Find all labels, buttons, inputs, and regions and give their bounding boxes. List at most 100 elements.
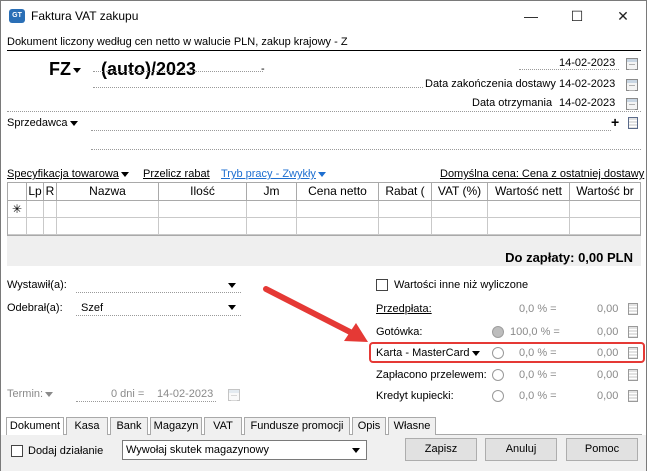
delivery-date-field[interactable]: 14-02-2023 — [559, 78, 615, 90]
grid-cell[interactable] — [57, 218, 159, 235]
seller-field[interactable] — [91, 130, 611, 131]
card-pct[interactable]: 0,0 % = — [519, 347, 557, 359]
calendar-icon[interactable] — [626, 58, 638, 70]
grid-cell[interactable] — [570, 201, 640, 218]
grid-cell[interactable] — [432, 218, 488, 235]
transfer-pct[interactable]: 0,0 % = — [519, 369, 557, 381]
grid-cell[interactable] — [159, 218, 247, 235]
app-icon: GT — [9, 9, 25, 23]
tab-opis[interactable]: Opis — [352, 417, 386, 435]
grid-cell[interactable] — [297, 218, 379, 235]
prepayment-pct[interactable]: 0,0 % = — [519, 303, 557, 315]
calculator-icon[interactable] — [628, 326, 638, 338]
grid-cell[interactable] — [247, 201, 297, 218]
term-days[interactable]: 0 dni = — [111, 388, 144, 400]
work-mode-menu[interactable]: Tryb pracy - Zwykły — [221, 168, 326, 180]
grid-cell[interactable] — [44, 218, 57, 235]
grid-cell[interactable] — [27, 218, 44, 235]
issued-by-combo[interactable] — [76, 292, 241, 293]
credit-amount[interactable]: 0,00 — [597, 390, 618, 402]
calculator-icon[interactable] — [628, 369, 638, 381]
action-select[interactable]: Wywołaj skutek magazynowy — [122, 440, 367, 460]
chevron-down-icon[interactable] — [228, 283, 236, 288]
document-mode-info[interactable]: Dokument liczony według cen netto w walu… — [7, 36, 641, 51]
card-radio[interactable] — [492, 347, 504, 359]
number-suffix-field[interactable] — [93, 87, 423, 88]
col-header-gross-value[interactable]: Wartość br — [570, 183, 640, 201]
default-price-link[interactable]: Domyślna cena: Cena z ostatniej dostawy — [440, 168, 644, 180]
tab-dokument[interactable]: Dokument — [6, 417, 64, 436]
term-date[interactable]: 14-02-2023 — [157, 388, 213, 400]
prepayment-label[interactable]: Przedpłata: — [376, 303, 432, 315]
save-button[interactable]: Zapisz — [405, 438, 477, 461]
grid-cell[interactable] — [432, 201, 488, 218]
received-date-field[interactable]: 14-02-2023 — [559, 97, 615, 109]
grid-cell[interactable] — [44, 201, 57, 218]
col-header-discount[interactable]: Rabat ( — [379, 183, 432, 201]
minimize-button[interactable]: — — [508, 1, 554, 32]
chevron-down-icon[interactable] — [228, 305, 236, 310]
spec-menu[interactable]: Specyfikacja towarowa — [7, 168, 129, 180]
number-prefix-field[interactable] — [93, 71, 263, 72]
cancel-button[interactable]: Anuluj — [485, 438, 557, 461]
col-header-name[interactable]: Nazwa — [57, 183, 159, 201]
grid-cell[interactable] — [159, 201, 247, 218]
cash-amount[interactable]: 0,00 — [597, 326, 618, 338]
calendar-icon[interactable] — [228, 389, 240, 401]
calculator-icon[interactable] — [628, 390, 638, 402]
tab-fundusze-promocji[interactable]: Fundusze promocji — [244, 417, 350, 435]
close-button[interactable]: ✕ — [600, 1, 646, 32]
transfer-amount[interactable]: 0,00 — [597, 369, 618, 381]
card-amount[interactable]: 0,00 — [597, 347, 618, 359]
chevron-down-icon — [45, 391, 54, 397]
grid-cell[interactable] — [488, 218, 570, 235]
grid-cell[interactable] — [297, 201, 379, 218]
col-header-vat[interactable]: VAT (%) — [432, 183, 488, 201]
col-header-r[interactable]: R — [44, 183, 57, 201]
title-bar: GT Faktura VAT zakupu — ☐ ✕ — [1, 1, 646, 32]
doc-type-selector[interactable]: FZ — [49, 59, 81, 80]
grid-cell[interactable] — [57, 201, 159, 218]
calculator-icon[interactable] — [628, 347, 638, 359]
help-button[interactable]: Pomoc — [566, 438, 638, 461]
tab-magazyn[interactable]: Magazyn — [150, 417, 202, 435]
col-header-lp[interactable]: Lp — [27, 183, 44, 201]
received-by-value[interactable]: Szef — [81, 302, 103, 314]
add-seller-button[interactable]: + — [611, 114, 619, 130]
grid-cell[interactable] — [488, 201, 570, 218]
add-action-checkbox[interactable] — [11, 445, 23, 457]
credit-pct[interactable]: 0,0 % = — [519, 390, 557, 402]
tab-bank[interactable]: Bank — [110, 417, 148, 435]
seller-selector[interactable]: Sprzedawca — [7, 117, 78, 129]
tab-wlasne[interactable]: Własne — [388, 417, 436, 435]
other-values-checkbox[interactable] — [376, 279, 388, 291]
recalc-discount-link[interactable]: Przelicz rabat — [143, 168, 210, 180]
grid-cell[interactable] — [379, 218, 432, 235]
issue-date-field[interactable]: 14-02-2023 — [559, 57, 615, 69]
col-header-net-price[interactable]: Cena netto — [297, 183, 379, 201]
prepayment-amount[interactable]: 0,00 — [597, 303, 618, 315]
col-header-qty[interactable]: Ilość — [159, 183, 247, 201]
grid-cell[interactable] — [570, 218, 640, 235]
cash-radio[interactable] — [492, 326, 504, 338]
seller-details-icon[interactable] — [628, 117, 638, 129]
transfer-radio[interactable] — [492, 369, 504, 381]
grid-cell[interactable] — [379, 201, 432, 218]
card-selector[interactable]: Karta - MasterCard — [376, 347, 480, 359]
received-by-combo[interactable] — [76, 315, 241, 316]
col-header-unit[interactable]: Jm — [247, 183, 297, 201]
seller-address-field[interactable] — [91, 149, 641, 150]
term-selector[interactable]: Termin: — [7, 388, 54, 400]
tab-vat[interactable]: VAT — [204, 417, 242, 435]
grid-cell[interactable] — [247, 218, 297, 235]
calendar-icon[interactable] — [626, 79, 638, 91]
col-header-net-value[interactable]: Wartość nett — [488, 183, 570, 201]
maximize-button[interactable]: ☐ — [554, 1, 600, 32]
grid-cell[interactable] — [27, 201, 44, 218]
items-grid[interactable]: Lp R Nazwa Ilość Jm Cena netto Rabat ( V… — [7, 182, 641, 236]
credit-radio[interactable] — [492, 390, 504, 402]
tab-kasa[interactable]: Kasa — [66, 417, 108, 435]
calculator-icon[interactable] — [628, 303, 638, 315]
calendar-icon[interactable] — [626, 98, 638, 110]
cash-pct[interactable]: 100,0 % = — [510, 326, 560, 338]
